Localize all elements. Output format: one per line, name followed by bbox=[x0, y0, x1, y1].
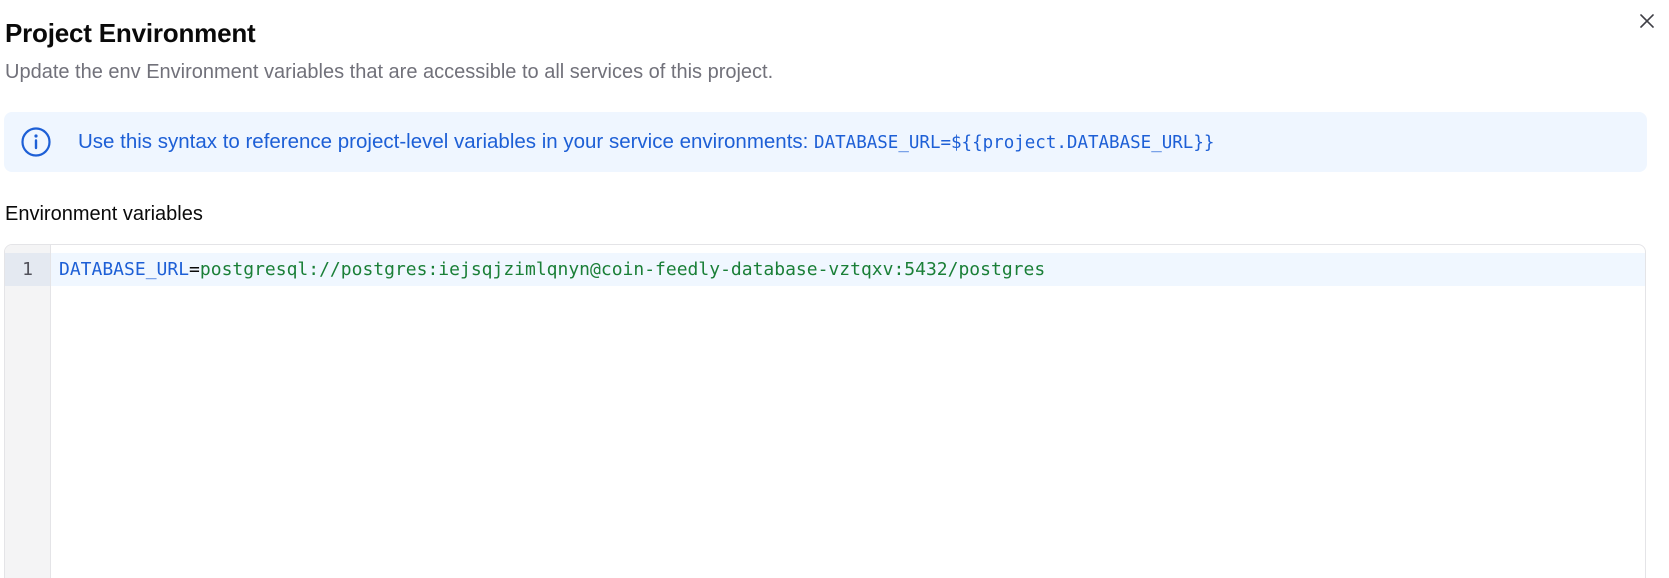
line-number: 1 bbox=[5, 253, 50, 286]
dialog-description: Update the env Environment variables tha… bbox=[5, 61, 774, 83]
info-alert: Use this syntax to reference project-lev… bbox=[4, 112, 1647, 172]
alert-code-snippet: DATABASE_URL=${{project.DATABASE_URL}} bbox=[814, 133, 1215, 153]
env-variables-label: Environment variables bbox=[5, 203, 203, 225]
close-icon bbox=[1640, 14, 1654, 28]
info-icon bbox=[19, 125, 53, 159]
alert-message: Use this syntax to reference project-lev… bbox=[78, 130, 1214, 154]
alert-text: Use this syntax to reference project-lev… bbox=[78, 130, 815, 153]
env-variables-editor[interactable]: 1 DATABASE_URL = postgresql://postgres:iej… bbox=[4, 244, 1646, 578]
code-line[interactable]: DATABASE_URL = postgresql://postgres:iejsq… bbox=[51, 253, 1645, 286]
env-key: DATABASE_URL bbox=[59, 259, 190, 280]
close-button[interactable] bbox=[1636, 10, 1658, 32]
editor-gutter bbox=[5, 245, 51, 578]
env-operator: = bbox=[189, 259, 200, 280]
env-value: postgresql://postgres:iejsqjzimlqnyn@coi… bbox=[199, 259, 1046, 280]
project-environment-dialog: Project Environment Update the env Envir… bbox=[0, 0, 1669, 578]
dialog-title: Project Environment bbox=[5, 18, 256, 48]
